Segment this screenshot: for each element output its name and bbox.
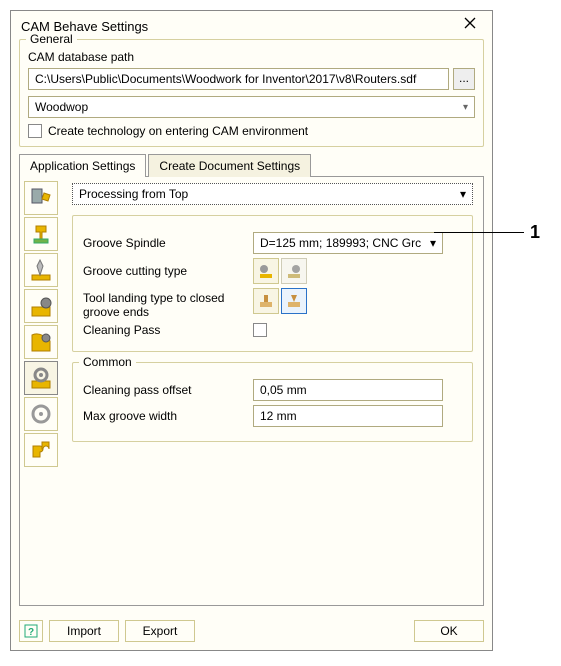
export-button[interactable]: Export xyxy=(125,620,195,642)
titlebar: CAM Behave Settings xyxy=(11,11,492,39)
general-legend: General xyxy=(26,32,77,46)
land-opt1-icon xyxy=(257,292,275,310)
svg-text:?: ? xyxy=(28,627,34,638)
tool-cut[interactable] xyxy=(24,289,58,323)
cutting-type-opt1[interactable] xyxy=(253,258,279,284)
common-legend: Common xyxy=(79,355,136,369)
drill-icon xyxy=(28,257,54,283)
groove-cutting-label: Groove cutting type xyxy=(83,264,253,278)
puzzle-icon xyxy=(28,437,54,463)
groove-spindle-combo[interactable]: D=125 mm; 189993; CNC Grc ▾ xyxy=(253,232,443,254)
chevron-down-icon: ▾ xyxy=(430,236,436,250)
help-icon: ? xyxy=(24,624,38,638)
offset-label: Cleaning pass offset xyxy=(83,383,253,397)
offset-input[interactable] xyxy=(253,379,443,401)
tool-clamp[interactable] xyxy=(24,217,58,251)
create-tech-label: Create technology on entering CAM enviro… xyxy=(48,124,308,138)
tool-gear-active[interactable] xyxy=(24,361,58,395)
processing-value: Processing from Top xyxy=(79,187,188,201)
cut-opt1-icon xyxy=(257,262,275,280)
cutting-type-opt2[interactable] xyxy=(281,258,307,284)
landing-opt2[interactable] xyxy=(281,288,307,314)
tab-application-settings[interactable]: Application Settings xyxy=(19,154,146,177)
callout-number: 1 xyxy=(530,222,540,243)
tool-shape[interactable] xyxy=(24,325,58,359)
landing-opt1[interactable] xyxy=(253,288,279,314)
close-button[interactable] xyxy=(464,17,482,35)
create-tech-checkbox[interactable] xyxy=(28,124,42,138)
content-area: Processing from Top ▾ Groove Spindle D=1… xyxy=(62,177,483,605)
profile-combo[interactable]: Woodwop ▾ xyxy=(28,96,475,118)
cleaning-pass-label: Cleaning Pass xyxy=(83,323,253,337)
tab-body: Processing from Top ▾ Groove Spindle D=1… xyxy=(19,176,484,606)
processing-combo[interactable]: Processing from Top ▾ xyxy=(72,183,473,205)
landing-type-label: Tool landing type to closed groove ends xyxy=(83,288,253,319)
general-group: General CAM database path ... Woodwop ▾ … xyxy=(19,39,484,147)
land-opt2-icon xyxy=(285,292,303,310)
shape-icon xyxy=(28,329,54,355)
close-icon xyxy=(464,17,476,29)
side-toolbar xyxy=(20,177,62,605)
groove-group: Groove Spindle D=125 mm; 189993; CNC Grc… xyxy=(72,215,473,352)
chevron-down-icon: ▾ xyxy=(463,102,468,113)
tool-machine[interactable] xyxy=(24,181,58,215)
settings-window: CAM Behave Settings General CAM database… xyxy=(10,10,493,651)
tool-drill[interactable] xyxy=(24,253,58,287)
bottom-bar: ? Import Export OK xyxy=(11,614,492,650)
groove-spindle-value: D=125 mm; 189993; CNC Grc xyxy=(260,236,421,250)
groove-spindle-label: Groove Spindle xyxy=(83,236,253,250)
cutting-type-toggle xyxy=(253,258,307,284)
common-group: Common Cleaning pass offset Max groove w… xyxy=(72,362,473,442)
clamp-icon xyxy=(28,221,54,247)
db-path-input[interactable] xyxy=(28,68,449,90)
tabs: Application Settings Create Document Set… xyxy=(19,153,484,176)
profile-combo-value: Woodwop xyxy=(35,100,88,114)
tool-gear2[interactable] xyxy=(24,397,58,431)
machine-icon xyxy=(28,185,54,211)
browse-button[interactable]: ... xyxy=(453,68,475,90)
db-path-label: CAM database path xyxy=(28,50,475,64)
help-button[interactable]: ? xyxy=(19,620,43,642)
maxw-input[interactable] xyxy=(253,405,443,427)
gear-icon xyxy=(28,365,54,391)
cut-opt2-icon xyxy=(285,262,303,280)
import-button[interactable]: Import xyxy=(49,620,119,642)
tool-puzzle[interactable] xyxy=(24,433,58,467)
gear2-icon xyxy=(28,401,54,427)
tab-create-document-settings[interactable]: Create Document Settings xyxy=(148,154,311,177)
chevron-down-icon: ▾ xyxy=(460,187,466,201)
cleaning-pass-checkbox[interactable] xyxy=(253,323,267,337)
maxw-label: Max groove width xyxy=(83,409,253,423)
ok-button[interactable]: OK xyxy=(414,620,484,642)
cut-icon xyxy=(28,293,54,319)
landing-type-toggle xyxy=(253,288,307,314)
